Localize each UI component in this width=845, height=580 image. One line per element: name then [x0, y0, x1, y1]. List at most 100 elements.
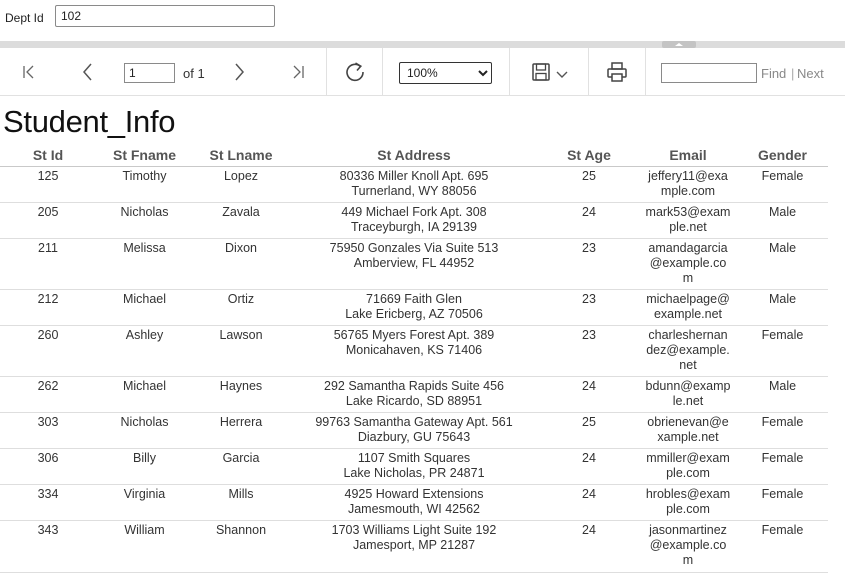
cell-email: mark53@example.net: [639, 202, 737, 239]
first-page-button[interactable]: [18, 61, 40, 83]
previous-page-icon: [83, 63, 92, 81]
cell-email: jasonmartinez@example.com: [639, 520, 737, 573]
cell-email: amandagarcia@example.com: [639, 238, 737, 290]
cell-st-id: 334: [0, 484, 96, 521]
address-line-1: 292 Samantha Rapids Suite 456: [324, 378, 504, 393]
cell-st-lname: Dixon: [193, 238, 289, 290]
cell-st-id: 343: [0, 520, 96, 573]
page-number-input[interactable]: [124, 63, 175, 83]
first-page-icon: [23, 65, 34, 79]
page-count-label: of 1: [183, 66, 205, 81]
cell-gender: Male: [737, 238, 828, 290]
table-row: 260 Ashley Lawson 56765 Myers Forest Apt. 3…: [0, 325, 828, 377]
table-row: 212 Michael Ortiz 71669 Faith Glen Lake Eric…: [0, 289, 828, 326]
cell-st-id: 205: [0, 202, 96, 239]
cell-st-address: 1703 Williams Light Suite 192 Jamesport, …: [289, 520, 539, 573]
report-title: Student_Info: [3, 104, 176, 139]
cell-gender: Male: [737, 376, 828, 413]
cell-st-address: 1107 Smith Squares Lake Nicholas, PR 2487…: [289, 448, 539, 485]
table-row: 303 Nicholas Herrera 99763 Samantha Gateway…: [0, 412, 828, 449]
cell-gender: Female: [737, 412, 828, 449]
address-line-1: 1703 Williams Light Suite 192: [331, 522, 497, 537]
cell-st-fname: Nicholas: [96, 202, 193, 239]
cell-gender: Female: [737, 520, 828, 573]
cell-st-age: 24: [539, 202, 639, 239]
cell-st-fname: Timothy: [96, 166, 193, 203]
next-page-button[interactable]: [228, 61, 250, 83]
refresh-button[interactable]: [343, 60, 367, 84]
cell-gender: Female: [737, 325, 828, 377]
address-line-2: Lake Nicholas, PR 24871: [343, 465, 485, 480]
previous-page-button[interactable]: [77, 61, 99, 83]
address-line-2: Jamesport, MP 21287: [352, 537, 476, 552]
toolbar-separator: [382, 48, 383, 95]
cell-st-address: 75950 Gonzales Via Suite 513 Amberview, F…: [289, 238, 539, 290]
cell-st-address: 292 Samantha Rapids Suite 456 Lake Ricard…: [289, 376, 539, 413]
table-row: 125 Timothy Lopez 80336 Miller Knoll Apt. 6…: [0, 166, 828, 203]
cell-st-address: 99763 Samantha Gateway Apt. 561 Diazbury,…: [289, 412, 539, 449]
cell-gender: Female: [737, 166, 828, 203]
cell-st-age: 23: [539, 325, 639, 377]
student-table: St Id St Fname St Lname St Address St Ag…: [0, 145, 828, 573]
table-row: 334 Virginia Mills 4925 Howard Extensions Ja…: [0, 484, 828, 521]
address-line-1: 71669 Faith Glen: [366, 291, 462, 306]
find-next-button[interactable]: Next: [797, 66, 824, 81]
address-line-2: Turnerland, WY 88056: [351, 183, 477, 198]
column-header: St Address: [289, 145, 539, 167]
cell-st-address: 4925 Howard Extensions Jamesmouth, WI 425…: [289, 484, 539, 521]
address-line-1: 56765 Myers Forest Apt. 389: [333, 327, 495, 342]
print-button[interactable]: [605, 60, 629, 84]
table-row: 211 Melissa Dixon 75950 Gonzales Via Suite …: [0, 238, 828, 290]
table-row: 262 Michael Haynes 292 Samantha Rapids Suit…: [0, 376, 828, 413]
address-line-1: 75950 Gonzales Via Suite 513: [329, 240, 499, 255]
cell-st-fname: Virginia: [96, 484, 193, 521]
dept-id-label: Dept Id: [5, 11, 44, 25]
find-button[interactable]: Find: [761, 66, 786, 81]
cell-st-age: 24: [539, 448, 639, 485]
cell-st-id: 212: [0, 289, 96, 326]
cell-st-lname: Zavala: [193, 202, 289, 239]
address-line-1: 80336 Miller Knoll Apt. 695: [339, 168, 489, 183]
cell-st-lname: Herrera: [193, 412, 289, 449]
cell-st-fname: Nicholas: [96, 412, 193, 449]
column-header: St Lname: [193, 145, 289, 167]
address-line-2: Monicahaven, KS 71406: [345, 342, 483, 357]
column-header: St Id: [0, 145, 96, 167]
address-line-1: 449 Michael Fork Apt. 308: [341, 204, 487, 219]
cell-email: mmiller@example.com: [639, 448, 737, 485]
export-save-button[interactable]: [527, 60, 573, 84]
cell-gender: Female: [737, 448, 828, 485]
column-header: St Age: [539, 145, 639, 167]
collapse-parameters-handle[interactable]: [662, 41, 696, 48]
table-row: 205 Nicholas Zavala 449 Michael Fork Apt. 3…: [0, 202, 828, 239]
last-page-icon: [293, 65, 304, 79]
zoom-select[interactable]: 100%: [399, 62, 492, 84]
cell-st-lname: Lopez: [193, 166, 289, 203]
cell-st-age: 25: [539, 412, 639, 449]
address-line-1: 4925 Howard Extensions: [344, 486, 484, 501]
cell-st-id: 211: [0, 238, 96, 290]
cell-st-fname: William: [96, 520, 193, 573]
cell-st-age: 23: [539, 289, 639, 326]
save-icon: [532, 63, 550, 81]
parameter-splitter[interactable]: [0, 41, 845, 48]
dept-id-input[interactable]: [55, 5, 275, 27]
chevron-down-icon: [556, 71, 568, 78]
address-line-2: Jamesmouth, WI 42562: [347, 501, 480, 516]
collapse-arrow-icon: [675, 43, 683, 46]
table-header-row: St Id St Fname St Lname St Address St Ag…: [0, 145, 828, 167]
find-input[interactable]: [661, 63, 757, 83]
cell-st-address: 449 Michael Fork Apt. 308 Traceyburgh, IA…: [289, 202, 539, 239]
toolbar-separator: [326, 48, 327, 95]
cell-st-fname: Billy: [96, 448, 193, 485]
find-divider: |: [791, 66, 795, 81]
table-row: 343 William Shannon 1703 Williams Light Sui…: [0, 520, 828, 573]
cell-st-fname: Michael: [96, 289, 193, 326]
cell-st-age: 23: [539, 238, 639, 290]
table-row: 306 Billy Garcia 1107 Smith Squares Lake Nic…: [0, 448, 828, 485]
last-page-button[interactable]: [287, 61, 309, 83]
cell-st-lname: Mills: [193, 484, 289, 521]
cell-st-id: 262: [0, 376, 96, 413]
column-header: Gender: [737, 145, 828, 167]
cell-st-lname: Garcia: [193, 448, 289, 485]
